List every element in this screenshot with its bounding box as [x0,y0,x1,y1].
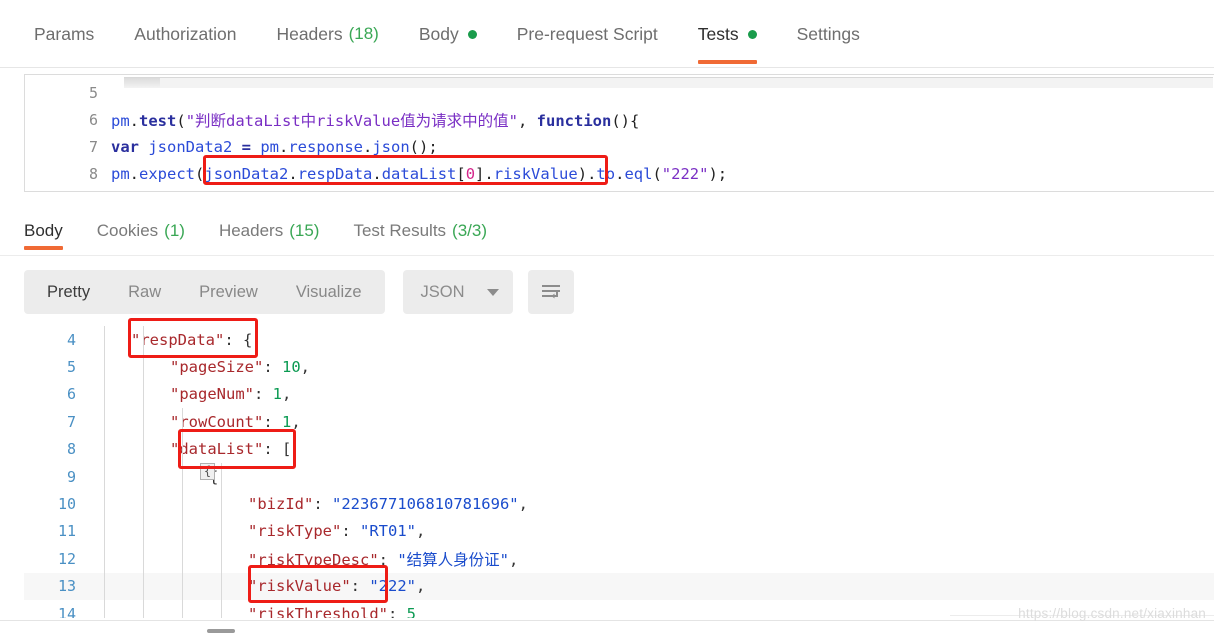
json-line: 9{ [24,463,1214,490]
tab-label: Test Results [353,221,447,240]
tab-headers[interactable]: Headers (18) [276,0,378,74]
tab-count: (15) [289,221,320,240]
view-mode-visualize[interactable]: Visualize [277,270,381,314]
tab-label: Settings [796,23,860,44]
bottom-handle[interactable] [207,629,235,633]
format-select-value: JSON [420,282,465,301]
json-line: 8 "dataList": [ [24,436,1214,463]
json-line-text: "rowCount": 1, [170,412,301,431]
tab-label: Body [418,23,459,44]
tab-label: Authorization [134,23,237,44]
body-status-dot-icon [467,29,477,39]
tab-authorization[interactable]: Authorization [134,0,236,74]
json-line: 4 "respData": { [24,326,1214,353]
json-line: 6 "pageNum": 1, [24,381,1214,408]
watermark-text: https://blog.csdn.net/xiaxinhan [1018,606,1206,621]
tab-count: (1) [164,221,185,240]
view-mode-pretty[interactable]: Pretty [28,270,109,314]
response-tab-headers[interactable]: Headers (15) [219,207,320,256]
line-number: 4 [66,330,76,349]
json-line-text: "dataList": [ [170,440,292,459]
json-line-text: "pageNum": 1, [170,385,292,404]
view-mode-segmented-control: Pretty Raw Preview Visualize [24,270,385,314]
response-tab-cookies[interactable]: Cookies (1) [97,207,185,256]
line-number: 5 [88,83,98,102]
json-line-text: "riskType": "RT01", [248,522,426,541]
tab-count: (18) [348,24,379,43]
response-tab-test-results[interactable]: Test Results (3/3) [353,207,487,256]
tab-label: Params [34,23,95,44]
tab-label: Body [24,221,63,240]
json-line: 7 "rowCount": 1, [24,408,1214,435]
code-line: 6 pm.test("判断dataList中riskValue值为请求中的值", … [25,106,1214,133]
json-line-text: "riskValue": "222", [248,577,426,596]
line-number: 11 [57,522,76,541]
line-number: 13 [57,577,76,596]
tab-settings[interactable]: Settings [797,0,860,74]
json-line-text: { [209,467,219,486]
json-line-text: "pageSize": 10, [170,358,311,377]
json-line-text: "riskTypeDesc": "结算人身份证", [248,550,519,569]
line-number: 8 [88,164,98,183]
line-number: 6 [88,110,98,129]
tests-status-dot-icon [747,29,757,39]
code-line: 5 [25,79,1214,106]
response-tab-bar: Body Cookies (1) Headers (15) Test Resul… [0,207,1214,256]
line-number: 6 [66,385,76,404]
json-line: 13 "riskValue": "222", [24,572,1214,600]
tab-tests[interactable]: Tests [697,0,757,74]
json-line: 12 "riskTypeDesc": "结算人身份证", [24,545,1214,572]
format-select[interactable]: JSON [402,270,513,314]
code-line: 7 var jsonData2 = pm.response.json(); [25,133,1214,160]
json-line-text: "bizId": "223677106810781696", [248,495,528,514]
tab-body[interactable]: Body [419,0,477,74]
line-number: 14 [57,604,76,618]
json-line: 5 "pageSize": 10, [24,353,1214,380]
active-tab-underline [24,245,63,250]
tab-label: Pre-request Script [516,23,658,44]
tab-count: (3/3) [452,221,488,240]
code-line: 8 pm.expect(jsonData2.respData.dataList[0… [25,160,1214,187]
wrap-lines-button[interactable] [527,270,574,314]
view-mode-raw[interactable]: Raw [109,270,180,314]
chevron-down-icon [486,288,499,296]
wrap-lines-icon [541,285,560,299]
line-number: 12 [57,549,76,568]
line-number: 8 [66,440,76,459]
response-body-json-viewer[interactable]: 4 "respData": { 5 "pageSize": 10, 6 "pageNum"… [24,326,1214,618]
request-tab-bar: Params Authorization Headers (18) Body P… [0,0,1214,68]
json-lines: 4 "respData": { 5 "pageSize": 10, 6 "pageNum"… [24,326,1214,618]
line-number: 10 [57,495,76,514]
tab-label: Headers [218,221,284,240]
code-line-text: var jsonData2 = pm.response.json(); [111,137,438,156]
response-view-toolbar: Pretty Raw Preview Visualize JSON [24,270,574,314]
code-line-text: pm.expect(jsonData2.respData.dataList[0]… [111,164,728,183]
line-number: 9 [66,467,76,486]
tab-params[interactable]: Params [34,0,94,74]
line-number: 7 [66,412,76,431]
view-mode-preview[interactable]: Preview [180,270,277,314]
line-number: 7 [88,137,98,156]
json-line: 10 "bizId": "223677106810781696", [24,490,1214,517]
tab-label: Cookies [96,221,159,240]
tab-label: Tests [697,23,739,44]
tab-label: Headers [276,23,343,44]
line-number: 5 [66,358,76,377]
tests-code-editor[interactable]: 5 6 pm.test("判断dataList中riskValue值为请求中的值",… [24,74,1214,192]
code-lines: 5 6 pm.test("判断dataList中riskValue值为请求中的值",… [25,79,1214,187]
tab-pre-request-script[interactable]: Pre-request Script [517,0,658,74]
json-line-text: "respData": { [131,330,253,349]
json-line-text: "riskThreshold": 5 [248,604,416,618]
response-tab-body[interactable]: Body [24,207,63,256]
code-line-text: pm.test("判断dataList中riskValue值为请求中的值", f… [111,111,640,130]
json-line: 11 "riskType": "RT01", [24,518,1214,545]
active-tab-underline [697,60,757,64]
